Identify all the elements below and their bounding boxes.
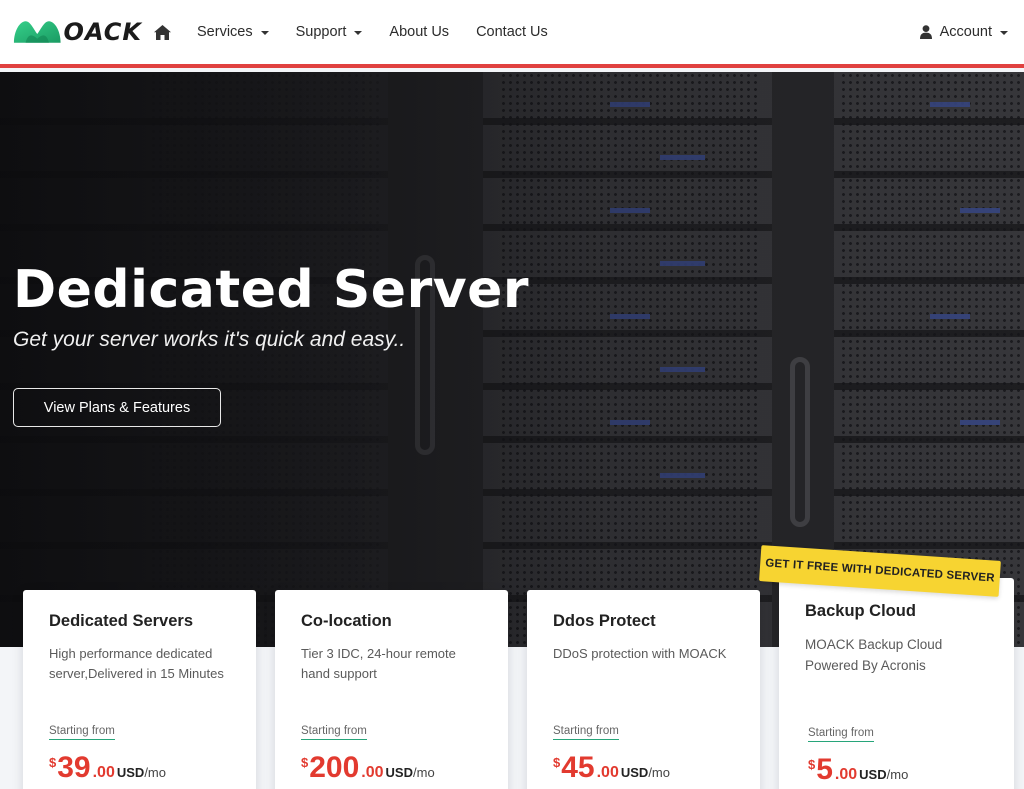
hero-subtitle: Get your server works it's quick and eas… xyxy=(13,328,406,351)
starting-from-label: Starting from xyxy=(301,725,367,740)
home-icon xyxy=(154,24,171,40)
card-co-location[interactable]: Co-location Tier 3 IDC, 24-hour remote h… xyxy=(275,590,508,789)
card-ddos-protect[interactable]: Ddos Protect DDoS protection with MOACK … xyxy=(527,590,760,789)
starting-from-label: Starting from xyxy=(808,727,874,742)
price: $ 5 .00 USD /mo xyxy=(808,754,908,786)
brand-logo[interactable]: OACK xyxy=(12,16,142,48)
price-unit: USD xyxy=(620,765,649,780)
price-currency: $ xyxy=(49,755,57,770)
card-description: Tier 3 IDC, 24-hour remote hand support xyxy=(301,646,456,681)
price-decimal: .00 xyxy=(834,766,858,783)
price-period: /mo xyxy=(413,765,435,780)
logo-text: OACK xyxy=(63,18,142,46)
price-amount: 45 xyxy=(561,751,595,784)
price-unit: USD xyxy=(116,765,145,780)
nav-contact-us[interactable]: Contact Us xyxy=(476,24,548,40)
price-currency: $ xyxy=(808,757,816,772)
card-description: MOACK Backup Cloud Powered By Acronis xyxy=(805,637,943,673)
price-period: /mo xyxy=(886,767,909,782)
nav-about-us[interactable]: About Us xyxy=(389,24,449,40)
card-title: Ddos Protect xyxy=(553,612,656,630)
nav-contact-label: Contact Us xyxy=(476,24,548,40)
view-plans-button[interactable]: View Plans & Features xyxy=(13,388,221,427)
price-period: /mo xyxy=(648,765,670,780)
nav-services[interactable]: Services xyxy=(197,24,269,40)
price-amount: 5 xyxy=(816,753,833,786)
starting-from-label: Starting from xyxy=(49,725,115,740)
account-label: Account xyxy=(939,24,992,40)
account-menu[interactable]: Account xyxy=(919,0,1008,64)
price-currency: $ xyxy=(301,755,309,770)
price-decimal: .00 xyxy=(92,764,115,781)
price: $ 45 .00 USD /mo xyxy=(553,752,670,784)
price-currency: $ xyxy=(553,755,561,770)
nav-support-label: Support xyxy=(295,24,347,40)
home-link[interactable] xyxy=(154,23,172,41)
card-backup-cloud[interactable]: Backup Cloud MOACK Backup Cloud Powered … xyxy=(779,578,1014,789)
chevron-down-icon xyxy=(1000,31,1008,35)
price: $ 200 .00 USD /mo xyxy=(301,752,435,784)
card-title: Backup Cloud xyxy=(805,602,916,620)
hero-title: Dedicated Server xyxy=(13,260,530,320)
price-amount: 200 xyxy=(309,751,360,784)
starting-from-label: Starting from xyxy=(553,725,619,740)
main-nav: Services Support About Us Contact Us xyxy=(154,0,575,64)
top-navbar: OACK Services Support About Us Contact U… xyxy=(0,0,1024,68)
card-dedicated-servers[interactable]: Dedicated Servers High performance dedic… xyxy=(23,590,256,789)
price-decimal: .00 xyxy=(596,764,619,781)
price: $ 39 .00 USD /mo xyxy=(49,752,166,784)
card-description: High performance dedicated server,Delive… xyxy=(49,646,224,681)
card-description: DDoS protection with MOACK xyxy=(553,646,727,661)
card-title: Dedicated Servers xyxy=(49,612,193,630)
price-amount: 39 xyxy=(57,751,91,784)
nav-services-label: Services xyxy=(197,24,253,40)
nav-support[interactable]: Support xyxy=(296,24,363,40)
chevron-down-icon xyxy=(354,31,363,35)
price-decimal: .00 xyxy=(361,764,384,781)
chevron-down-icon xyxy=(260,31,269,35)
moack-logo-icon xyxy=(13,21,61,43)
price-period: /mo xyxy=(144,765,166,780)
price-unit: USD xyxy=(859,767,887,782)
nav-about-label: About Us xyxy=(389,24,450,40)
price-unit: USD xyxy=(385,765,413,780)
card-title: Co-location xyxy=(301,612,392,630)
user-icon xyxy=(919,25,932,39)
